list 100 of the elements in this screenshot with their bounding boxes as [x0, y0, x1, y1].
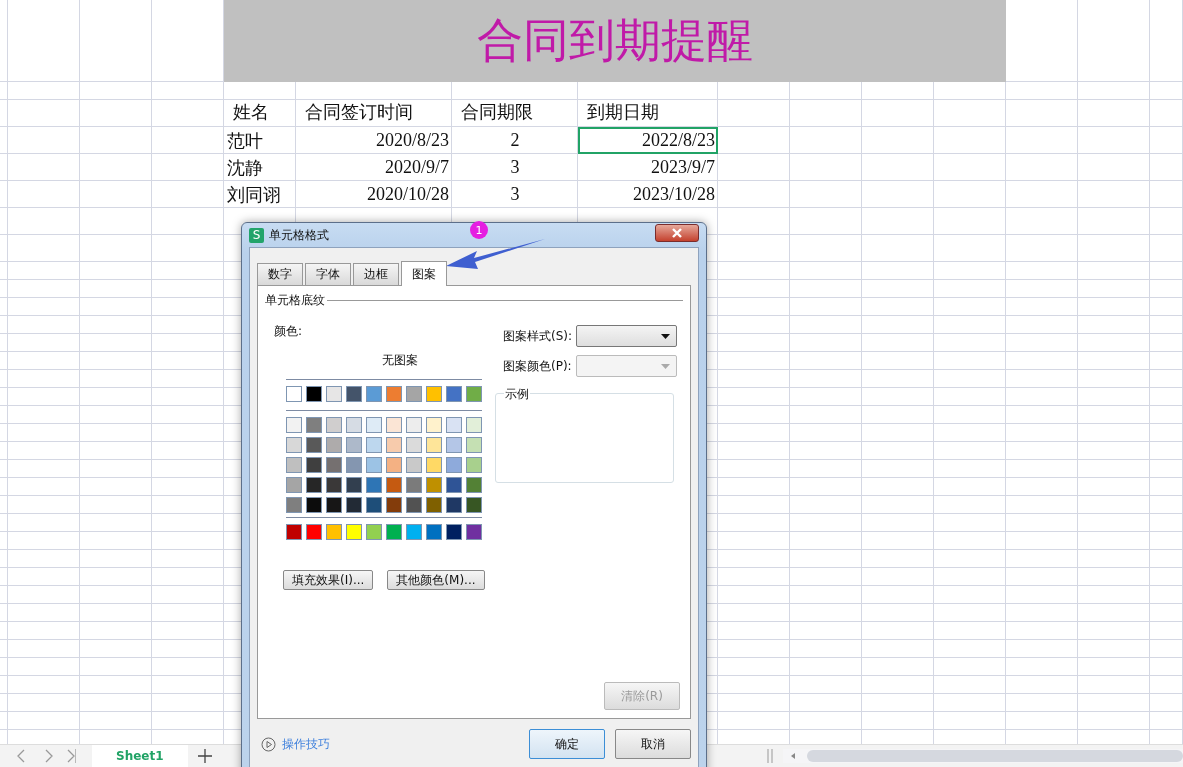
color-swatch[interactable] — [426, 437, 442, 453]
color-swatch[interactable] — [406, 386, 422, 402]
color-swatch[interactable] — [306, 477, 322, 493]
color-label: 颜色: — [274, 323, 303, 340]
color-swatch[interactable] — [366, 477, 382, 493]
color-swatch[interactable] — [326, 477, 342, 493]
horizontal-scrollbar[interactable] — [783, 749, 1183, 763]
dialog-tab[interactable]: 字体 — [305, 263, 351, 285]
color-swatch[interactable] — [326, 497, 342, 513]
color-swatch[interactable] — [406, 477, 422, 493]
color-swatch[interactable] — [326, 524, 342, 540]
color-swatch[interactable] — [466, 497, 482, 513]
dialog-tab[interactable]: 数字 — [257, 263, 303, 285]
color-swatch[interactable] — [386, 386, 402, 402]
scroll-left-icon[interactable] — [789, 752, 797, 760]
table-cell[interactable]: 3 — [452, 154, 578, 181]
color-swatch[interactable] — [466, 437, 482, 453]
color-swatch[interactable] — [466, 457, 482, 473]
table-cell[interactable]: 2020/9/7 — [296, 154, 452, 181]
column-header: 合同签订时间 — [305, 101, 413, 124]
color-swatch[interactable] — [366, 457, 382, 473]
dialog-tab[interactable]: 边框 — [353, 263, 399, 285]
color-swatch[interactable] — [466, 386, 482, 402]
table-cell[interactable]: 沈静 — [224, 154, 296, 181]
table-cell[interactable]: 刘同诩 — [224, 181, 296, 208]
color-swatch[interactable] — [386, 524, 402, 540]
table-cell[interactable]: 2 — [452, 127, 578, 154]
color-swatch[interactable] — [366, 497, 382, 513]
color-swatch[interactable] — [286, 497, 302, 513]
color-swatch[interactable] — [346, 437, 362, 453]
color-swatch[interactable] — [286, 524, 302, 540]
color-swatch[interactable] — [446, 477, 462, 493]
color-swatch[interactable] — [426, 386, 442, 402]
color-swatch[interactable] — [386, 437, 402, 453]
color-swatch[interactable] — [326, 457, 342, 473]
table-cell[interactable]: 3 — [452, 181, 578, 208]
color-swatch[interactable] — [346, 457, 362, 473]
color-swatch[interactable] — [386, 417, 402, 433]
color-swatch[interactable] — [326, 437, 342, 453]
cancel-button[interactable]: 取消 — [615, 729, 691, 759]
color-swatch[interactable] — [286, 437, 302, 453]
add-sheet-icon[interactable] — [197, 749, 212, 763]
color-swatch[interactable] — [306, 497, 322, 513]
ok-button[interactable]: 确定 — [529, 729, 605, 759]
table-cell[interactable]: 2023/9/7 — [578, 154, 718, 181]
color-swatch[interactable] — [326, 417, 342, 433]
color-swatch[interactable] — [446, 497, 462, 513]
color-swatch[interactable] — [446, 437, 462, 453]
dialog-tab[interactable]: 图案 — [401, 261, 447, 286]
color-swatch[interactable] — [406, 497, 422, 513]
color-swatch[interactable] — [426, 457, 442, 473]
color-swatch[interactable] — [306, 437, 322, 453]
color-swatch[interactable] — [446, 417, 462, 433]
color-swatch[interactable] — [426, 477, 442, 493]
color-swatch[interactable] — [306, 524, 322, 540]
color-swatch[interactable] — [286, 457, 302, 473]
close-button[interactable] — [655, 224, 699, 242]
color-swatch[interactable] — [446, 386, 462, 402]
splitter-handle-icon[interactable] — [767, 749, 773, 763]
color-swatch[interactable] — [306, 457, 322, 473]
color-swatch[interactable] — [346, 477, 362, 493]
pattern-dropdown[interactable] — [576, 325, 678, 347]
table-cell[interactable]: 2020/8/23 — [296, 127, 452, 154]
color-swatch[interactable] — [346, 386, 362, 402]
fill-effects-button[interactable]: 填充效果(I)... — [283, 570, 374, 590]
table-cell[interactable]: 2020/10/28 — [296, 181, 452, 208]
color-swatch[interactable] — [426, 497, 442, 513]
color-swatch[interactable] — [306, 386, 322, 402]
color-swatch[interactable] — [446, 524, 462, 540]
color-swatch[interactable] — [466, 477, 482, 493]
color-swatch[interactable] — [406, 457, 422, 473]
color-swatch[interactable] — [386, 457, 402, 473]
color-swatch[interactable] — [386, 477, 402, 493]
color-swatch[interactable] — [366, 417, 382, 433]
more-colors-button[interactable]: 其他颜色(M)... — [387, 570, 485, 590]
color-swatch[interactable] — [306, 417, 322, 433]
color-swatch[interactable] — [366, 386, 382, 402]
tips-link[interactable]: 操作技巧 — [282, 735, 330, 753]
color-swatch[interactable] — [326, 386, 342, 402]
color-swatch[interactable] — [366, 524, 382, 540]
color-swatch[interactable] — [286, 417, 302, 433]
color-swatch[interactable] — [386, 497, 402, 513]
color-swatch[interactable] — [286, 477, 302, 493]
color-swatch[interactable] — [466, 524, 482, 540]
color-swatch[interactable] — [346, 417, 362, 433]
color-swatch[interactable] — [466, 417, 482, 433]
color-swatch[interactable] — [446, 457, 462, 473]
color-swatch[interactable] — [366, 437, 382, 453]
color-swatch[interactable] — [406, 524, 422, 540]
table-cell[interactable]: 范叶 — [224, 127, 296, 154]
no-pattern-option[interactable]: 无图案 — [381, 352, 418, 369]
color-swatch[interactable] — [346, 524, 362, 540]
color-swatch[interactable] — [406, 437, 422, 453]
color-swatch[interactable] — [426, 417, 442, 433]
color-swatch[interactable] — [426, 524, 442, 540]
color-swatch[interactable] — [286, 386, 302, 402]
color-swatch[interactable] — [406, 417, 422, 433]
color-swatch[interactable] — [346, 497, 362, 513]
table-cell[interactable]: 2023/10/28 — [578, 181, 718, 208]
table-cell[interactable]: 2022/8/23 — [578, 127, 718, 154]
